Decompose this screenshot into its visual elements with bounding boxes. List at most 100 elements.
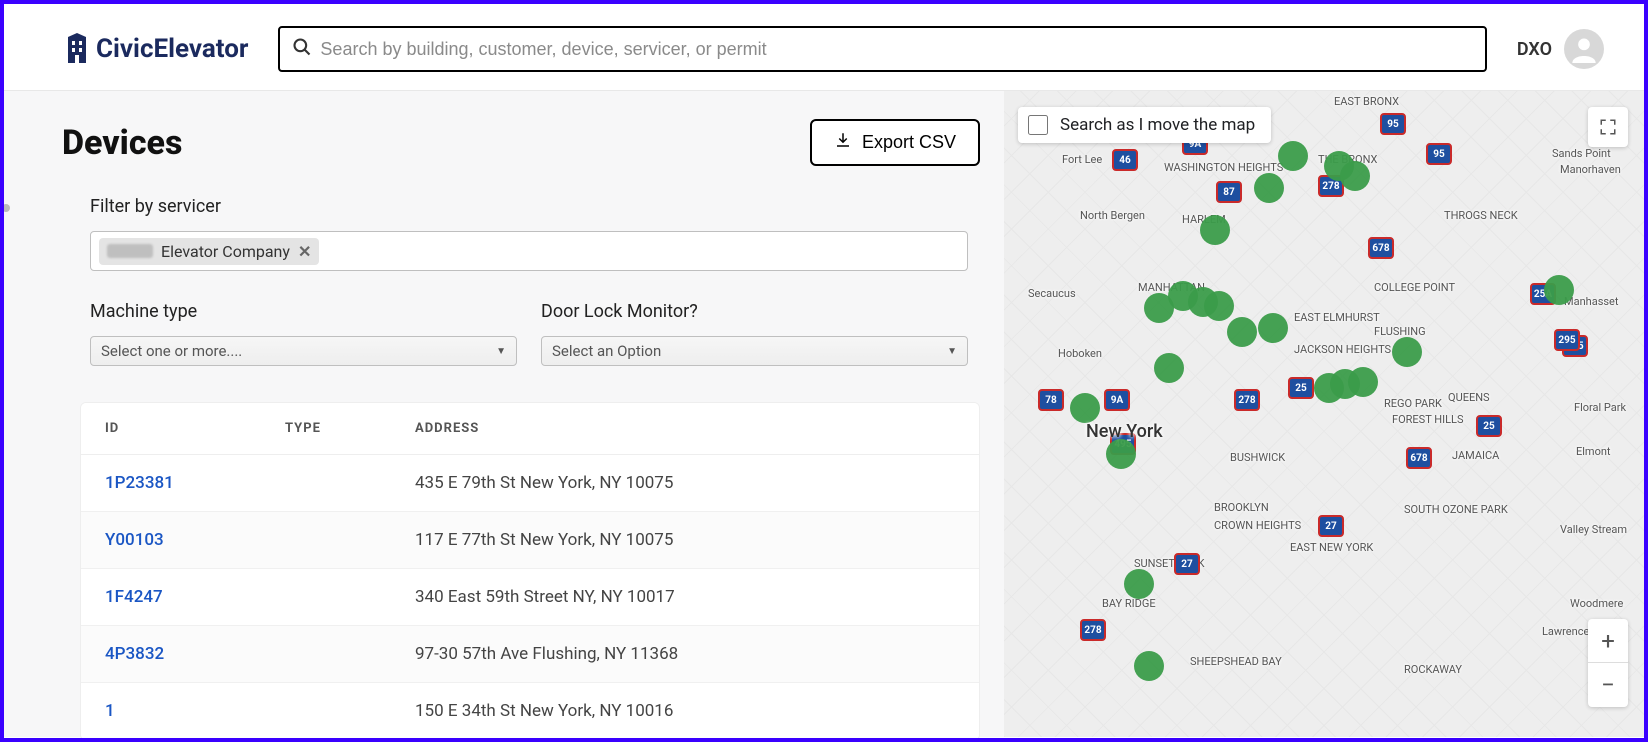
device-type (261, 569, 391, 626)
select-placeholder: Select an Option (552, 342, 661, 360)
route-shield-icon: 678 (1406, 447, 1432, 469)
devices-table: ID TYPE ADDRESS 1P23381435 E 79th St New… (80, 402, 980, 741)
route-shield-icon: 278 (1234, 389, 1260, 411)
map-place-label: REGO PARK (1384, 397, 1442, 410)
column-header-type[interactable]: TYPE (261, 403, 391, 455)
map-place-label: Lawrence (1542, 625, 1589, 638)
table-row: Y00103 117 E 77th St New York, NY 10075 (81, 512, 979, 569)
zoom-in-button[interactable]: + (1588, 619, 1628, 663)
map-search-as-move[interactable]: Search as I move the map (1018, 107, 1271, 143)
export-csv-button[interactable]: Export CSV (810, 119, 980, 166)
search-as-move-checkbox[interactable] (1028, 115, 1048, 135)
search-as-move-label: Search as I move the map (1060, 115, 1255, 135)
route-shield-icon: 87 (1216, 181, 1242, 203)
chip-text: Elevator Company (161, 242, 290, 261)
map-marker[interactable] (1227, 317, 1257, 347)
map-panel[interactable]: EAST BRONXFort LeeWASHINGTON HEIGHTSTHE … (1004, 91, 1644, 737)
map-marker[interactable] (1340, 161, 1370, 191)
device-address: 117 E 77th St New York, NY 10075 (391, 512, 979, 569)
map-place-label: WASHINGTON HEIGHTS (1164, 161, 1283, 174)
brand-logo[interactable]: CivicElevator (64, 33, 248, 65)
map-place-label: Floral Park (1574, 401, 1626, 414)
select-placeholder: Select one or more.... (101, 342, 242, 360)
device-id-link[interactable]: Y00103 (81, 512, 261, 569)
map-place-label: Elmont (1576, 445, 1611, 458)
map-marker[interactable] (1544, 275, 1574, 305)
route-shield-icon: 25 (1476, 415, 1502, 437)
export-label: Export CSV (862, 132, 956, 153)
table-row: 1 150 E 34th St New York, NY 10016 (81, 683, 979, 740)
device-id-link[interactable]: 4P3832 (81, 626, 261, 683)
map-place-label: EAST NEW YORK (1290, 541, 1373, 554)
map-place-label: Secaucus (1028, 287, 1076, 300)
device-type (261, 683, 391, 740)
device-address: 340 East 59th Street NY, NY 10017 (391, 569, 979, 626)
map-zoom-control: + − (1588, 619, 1628, 707)
route-shield-icon: 95 (1426, 143, 1452, 165)
map-marker[interactable] (1258, 313, 1288, 343)
map-place-label: SOUTH OZONE PARK (1404, 503, 1508, 516)
machine-type-select[interactable]: Select one or more.... ▼ (90, 336, 517, 366)
column-header-id[interactable]: ID (81, 403, 261, 455)
topbar: CivicElevator DXO (4, 4, 1644, 91)
map-place-label: FLUSHING (1374, 325, 1426, 338)
column-header-address[interactable]: ADDRESS (391, 403, 979, 455)
map-place-label: Hoboken (1058, 347, 1102, 360)
map-marker[interactable] (1106, 439, 1136, 469)
user-menu[interactable]: DXO (1517, 29, 1604, 69)
filter-servicer-label: Filter by servicer (90, 196, 968, 217)
search-input[interactable] (320, 39, 1472, 60)
route-shield-icon: 9A (1104, 389, 1130, 411)
device-id-link[interactable]: 1F4247 (81, 569, 261, 626)
map-place-label: BROOKLYN (1214, 501, 1269, 514)
map-fullscreen-button[interactable] (1588, 107, 1628, 147)
route-shield-icon: 278 (1080, 619, 1106, 641)
brand-name: CivicElevator (96, 34, 248, 64)
map-place-label: Sands Point (1552, 147, 1611, 160)
filter-servicer-input[interactable]: Elevator Company ✕ (90, 231, 968, 271)
map-place-label: North Bergen (1080, 209, 1145, 222)
map-place-label: Valley Stream (1560, 523, 1627, 536)
map-place-label: BUSHWICK (1230, 451, 1285, 464)
map-marker[interactable] (1124, 569, 1154, 599)
map-place-label: Fort Lee (1062, 153, 1102, 166)
map-marker[interactable] (1254, 173, 1284, 203)
device-id-link[interactable]: 1 (81, 683, 261, 740)
chip-remove-icon[interactable]: ✕ (298, 242, 311, 261)
map-place-label: CROWN HEIGHTS (1214, 519, 1301, 532)
map-place-label: THROGS NECK (1444, 209, 1518, 222)
map-marker[interactable] (1134, 651, 1164, 681)
map-marker[interactable] (1200, 215, 1230, 245)
device-address: 97-30 57th Ave Flushing, NY 11368 (391, 626, 979, 683)
map-place-label: Woodmere (1570, 597, 1623, 610)
route-shield-icon: 78 (1038, 389, 1064, 411)
table-row: 1P23381435 E 79th St New York, NY 10075 (81, 455, 979, 512)
search-icon (292, 37, 312, 61)
map-marker[interactable] (1154, 353, 1184, 383)
map-place-label: JACKSON HEIGHTS (1294, 343, 1391, 356)
device-address: 150 E 34th St New York, NY 10016 (391, 683, 979, 740)
device-id-link[interactable]: 1P23381 (81, 455, 261, 512)
servicer-chip: Elevator Company ✕ (99, 238, 319, 265)
map-place-label: JAMAICA (1452, 449, 1499, 462)
chevron-down-icon: ▼ (947, 346, 957, 357)
map-place-label: FOREST HILLS (1392, 413, 1464, 426)
map-place-label: ROCKAWAY (1404, 663, 1462, 676)
map-place-label: EAST ELMHURST (1294, 311, 1380, 324)
table-row: 4P3832 97-30 57th Ave Flushing, NY 11368 (81, 626, 979, 683)
global-search[interactable] (278, 26, 1486, 72)
route-shield-icon: 27 (1318, 515, 1344, 537)
map-marker[interactable] (1204, 291, 1234, 321)
route-shield-icon: 46 (1112, 149, 1138, 171)
page-title: Devices (62, 123, 182, 163)
map-marker[interactable] (1392, 337, 1422, 367)
route-shield-icon: 295 (1554, 329, 1580, 351)
download-icon (834, 131, 852, 154)
avatar-icon (1564, 29, 1604, 69)
map-marker[interactable] (1070, 393, 1100, 423)
door-lock-select[interactable]: Select an Option ▼ (541, 336, 968, 366)
zoom-out-button[interactable]: − (1588, 663, 1628, 707)
map-place-label: SHEEPSHEAD BAY (1190, 655, 1282, 668)
map-marker[interactable] (1348, 367, 1378, 397)
map-marker[interactable] (1278, 141, 1308, 171)
